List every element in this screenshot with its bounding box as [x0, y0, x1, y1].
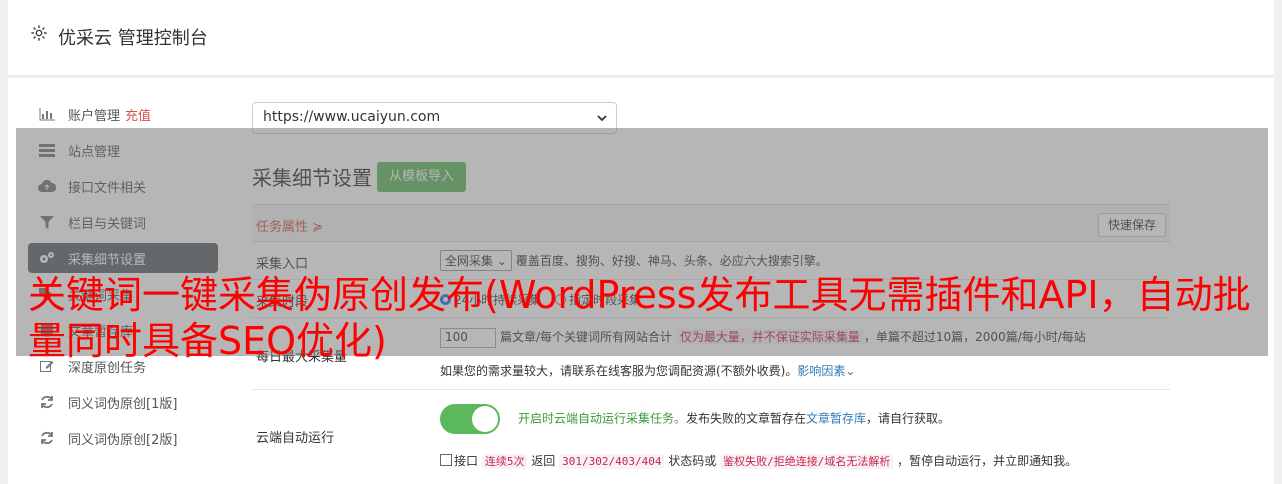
code-consecutive: 连续5次 [481, 454, 528, 469]
row-value: 开启时云端自动运行采集任务。发布失败的文章暂存在文章暂存库，请自行获取。 [440, 404, 950, 434]
article-storage-link[interactable]: 文章暂存库 [806, 412, 866, 426]
max-note: 如果您的需求量较大，请联系在线客服为您调配资源(不额外收费)。 [440, 364, 798, 378]
chevron-down-icon [597, 115, 607, 122]
sidebar-item-account[interactable]: 账户管理 充值 [28, 96, 218, 132]
sidebar-item-label: 账户管理 [68, 108, 121, 124]
cloud-text-2: ，请自行获取。 [866, 411, 951, 426]
influence-factors-link[interactable]: 影响因素 [797, 364, 845, 378]
code-errors: 鉴权失败/拒绝连接/域名无法解析 [720, 454, 894, 469]
site-select-value: https://www.ucaiyun.com [263, 109, 441, 125]
row-note: 如果您的需求量较大，请联系在线客服为您调配资源(不额外收费)。影响因素⌄ [440, 362, 855, 379]
row-label: 云端自动运行 [256, 431, 335, 446]
pause-checkbox[interactable] [440, 454, 452, 466]
gear-icon [31, 25, 47, 41]
cloud-auto-run-toggle[interactable] [440, 404, 500, 434]
row-cloud-auto-run: 云端自动运行 开启时云端自动运行采集任务。发布失败的文章暂存在文章暂存库，请自行… [252, 390, 1170, 480]
bar-chart-icon [38, 107, 56, 121]
cloud-text-4: 状态码或 [664, 454, 721, 468]
overlay-headline: 关键词一键采集伪原创发布(WordPress发布工具无需插件和API，自动批量同… [28, 273, 1251, 363]
code-status: 301/302/403/404 [559, 454, 665, 469]
recharge-link[interactable]: 充值 [125, 105, 151, 124]
sidebar-item-synonym-v2[interactable]: 同义词伪原创[2版] [28, 420, 218, 456]
cloud-text-1: 发布失败的文章暂存在 [686, 411, 807, 426]
page-title: 优采云 管理控制台 [58, 28, 208, 49]
row-pause-rule: 接口 连续5次 返回 301/302/403/404 状态码或 鉴权失败/拒绝连… [440, 452, 1077, 469]
cloud-text-3: 返回 [527, 454, 560, 468]
chk-label: 接口 [454, 454, 479, 468]
sidebar-item-synonym-v1[interactable]: 同义词伪原创[1版] [28, 384, 218, 420]
toggle-knob [472, 406, 498, 432]
refresh-icon [38, 431, 56, 445]
top-header: 优采云 管理控制台 [8, 0, 1274, 76]
sidebar-item-label: 同义词伪原创[1版] [68, 396, 178, 412]
cloud-on-text: 开启时云端自动运行采集任务。 [518, 411, 687, 426]
refresh-icon [38, 395, 56, 409]
chevron-down-icon: ⌄ [845, 364, 856, 378]
cloud-text-5: ，暂停自动运行，并立即通知我。 [893, 454, 1078, 468]
sidebar-item-label: 同义词伪原创[2版] [68, 432, 178, 448]
